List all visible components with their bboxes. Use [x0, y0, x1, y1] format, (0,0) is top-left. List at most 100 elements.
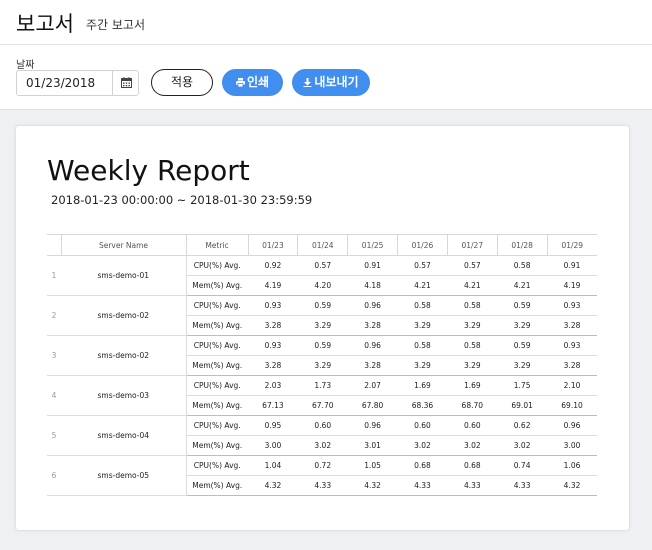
metric-value: 4.21	[447, 275, 498, 296]
metric-value: 3.28	[547, 355, 597, 376]
metric-value: 1.75	[497, 375, 548, 396]
filter-toolbar: 날짜 01/23/2018 적용 인쇄 내보내기	[0, 45, 652, 110]
metric-value: 0.92	[248, 255, 298, 276]
metric-value: 0.59	[497, 335, 548, 356]
metric-value: 0.91	[347, 255, 398, 276]
metric-value: 0.96	[347, 295, 398, 316]
metric-value: 68.36	[397, 395, 448, 416]
print-button-label: 인쇄	[246, 75, 270, 89]
row-index: 5	[47, 415, 61, 456]
metric-value: 0.72	[297, 455, 348, 476]
metric-value: 3.29	[297, 355, 348, 376]
metric-value: 0.91	[547, 255, 597, 276]
page-title: 보고서	[16, 12, 74, 36]
report-card: Weekly Report 2018-01-23 00:00:00 ~ 2018…	[16, 126, 629, 530]
metric-value: 0.60	[397, 415, 448, 436]
row-index: 3	[47, 335, 61, 376]
metric-label: Mem(%) Avg.	[185, 275, 248, 296]
report-date-range: 2018-01-23 00:00:00 ~ 2018-01-30 23:59:5…	[51, 193, 313, 207]
metric-value: 4.21	[497, 275, 548, 296]
metric-value: 0.93	[248, 335, 298, 356]
col-date-header: 01/25	[347, 234, 398, 256]
metric-value: 3.29	[397, 315, 448, 336]
metric-value: 67.13	[248, 395, 298, 416]
metric-value: 69.01	[497, 395, 548, 416]
metric-value: 4.18	[347, 275, 398, 296]
metric-value: 3.29	[447, 315, 498, 336]
col-date-header: 01/23	[247, 234, 298, 256]
download-icon	[303, 78, 312, 87]
metric-value: 3.28	[248, 315, 298, 336]
metric-value: 3.02	[497, 435, 548, 456]
metric-value: 3.02	[397, 435, 448, 456]
metric-value: 4.20	[297, 275, 348, 296]
metric-value: 1.06	[547, 455, 597, 476]
report-table: Server Name Metric 01/23 01/24 01/25 01/…	[47, 234, 597, 496]
export-button-label: 내보내기	[314, 75, 359, 89]
metric-label: CPU(%) Avg.	[185, 335, 248, 356]
metric-value: 0.60	[297, 415, 348, 436]
metric-value: 1.04	[248, 455, 298, 476]
metric-value: 0.93	[547, 295, 597, 316]
metric-value: 0.62	[497, 415, 548, 436]
metric-value: 67.80	[347, 395, 398, 416]
metric-value: 4.33	[297, 475, 348, 496]
metric-value: 1.69	[397, 375, 448, 396]
metric-value: 0.58	[447, 295, 498, 316]
date-picker[interactable]: 01/23/2018	[16, 70, 139, 96]
metric-label: Mem(%) Avg.	[185, 315, 248, 336]
metric-value: 1.05	[347, 455, 398, 476]
metric-label: CPU(%) Avg.	[185, 455, 248, 476]
metric-value: 3.28	[347, 315, 398, 336]
apply-button[interactable]: 적용	[151, 69, 213, 96]
metric-value: 0.68	[397, 455, 448, 476]
metric-value: 0.96	[547, 415, 597, 436]
metric-value: 1.73	[297, 375, 348, 396]
col-date-header: 01/28	[496, 234, 548, 256]
metric-value: 3.28	[547, 315, 597, 336]
metric-value: 4.33	[397, 475, 448, 496]
metric-label: Mem(%) Avg.	[185, 435, 248, 456]
metric-value: 0.58	[397, 335, 448, 356]
metric-value: 0.57	[397, 255, 448, 276]
table-row: 6 sms-demo-05 CPU(%) Avg. 1.04 0.72 1.05 0.68 0…	[47, 455, 597, 496]
col-date-header: 01/27	[446, 234, 498, 256]
page-subtitle: 주간 보고서	[86, 18, 146, 32]
metric-value: 0.59	[497, 295, 548, 316]
export-button[interactable]: 내보내기	[292, 69, 370, 96]
metric-value: 0.68	[447, 455, 498, 476]
metric-value: 3.00	[248, 435, 298, 456]
col-date-header: 01/26	[397, 234, 448, 256]
metric-value: 0.59	[297, 335, 348, 356]
metric-value: 3.02	[297, 435, 348, 456]
col-date-header: 01/24	[297, 234, 348, 256]
metric-value: 3.01	[347, 435, 398, 456]
metric-value: 1.69	[447, 375, 498, 396]
server-name: sms-demo-03	[61, 375, 186, 416]
metric-value: 0.57	[297, 255, 348, 276]
table-row: 2 sms-demo-02 CPU(%) Avg. 0.93 0.59 0.96 0.58 0…	[47, 295, 597, 336]
row-index: 2	[47, 295, 61, 336]
col-index-header	[47, 234, 61, 256]
table-row: 3 sms-demo-02 CPU(%) Avg. 0.93 0.59 0.96 0.58 0…	[47, 335, 597, 376]
metric-label: Mem(%) Avg.	[185, 395, 248, 416]
server-name: sms-demo-01	[61, 255, 186, 296]
metric-label: Mem(%) Avg.	[185, 355, 248, 376]
metric-value: 3.29	[497, 315, 548, 336]
table-header-row: Server Name Metric 01/23 01/24 01/25 01/…	[47, 234, 597, 256]
date-label: 날짜	[16, 60, 35, 71]
metric-value: 0.96	[347, 335, 398, 356]
metric-value: 3.28	[347, 355, 398, 376]
date-input[interactable]: 01/23/2018	[26, 76, 95, 90]
metric-value: 0.74	[497, 455, 548, 476]
metric-value: 3.00	[547, 435, 597, 456]
metric-label: CPU(%) Avg.	[185, 375, 248, 396]
metric-value: 4.33	[447, 475, 498, 496]
calendar-icon[interactable]	[121, 77, 132, 88]
metric-value: 4.33	[497, 475, 548, 496]
print-button[interactable]: 인쇄	[222, 69, 283, 96]
metric-value: 0.96	[347, 415, 398, 436]
metric-value: 0.59	[297, 295, 348, 316]
metric-value: 0.57	[447, 255, 498, 276]
metric-value: 2.03	[248, 375, 298, 396]
